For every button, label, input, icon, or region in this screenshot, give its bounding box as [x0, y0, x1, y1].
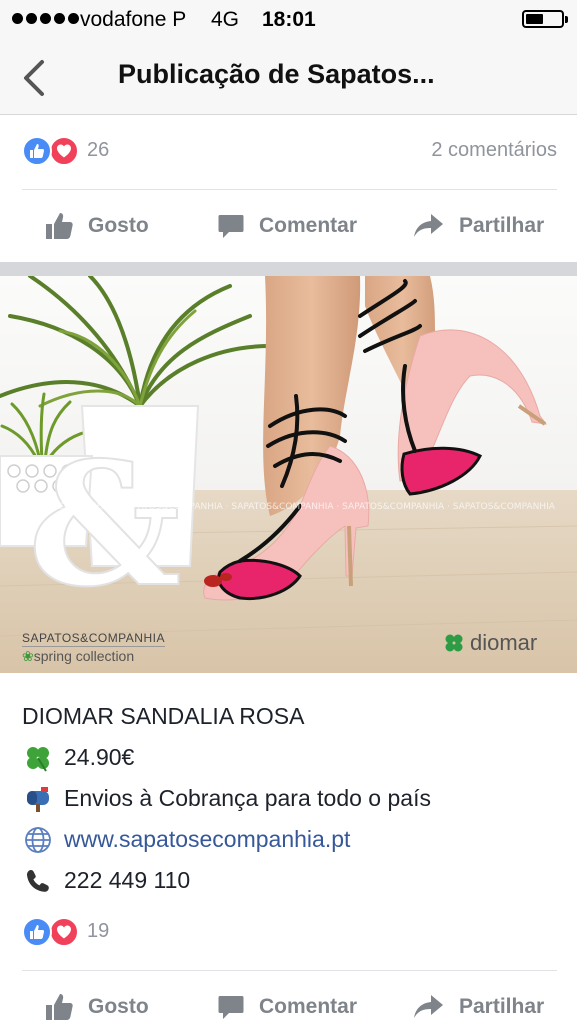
clock: 18:01 [262, 8, 316, 31]
share-arrow-icon [414, 995, 443, 1018]
signal-strength-icon [12, 13, 79, 24]
collection-label: spring collection [33, 648, 135, 664]
photo-brand-caption: SAPATOS&COMPANHIA [22, 631, 165, 647]
comment-icon [218, 215, 244, 238]
post-photo[interactable]: & SAPATOS&COMPANHIA · SAPATOS&COMPANHIA … [0, 276, 577, 673]
status-bar: vodafone P 4G 18:01 [0, 0, 577, 40]
like-button[interactable]: Gosto [44, 977, 149, 1024]
shipping-line: Envios à Cobrança para todo o país [22, 778, 562, 819]
photo-collection-caption: ❀spring collection [22, 648, 134, 665]
comment-button[interactable]: Comentar [217, 196, 357, 256]
shipping-text: Envios à Cobrança para todo o país [64, 785, 431, 811]
like-reaction-icon [22, 136, 52, 166]
love-reaction-icon [49, 136, 79, 166]
website-link[interactable]: www.sapatosecompanhia.pt [64, 826, 350, 853]
comment-button[interactable]: Comentar [217, 977, 357, 1024]
sandal-product-image: & SAPATOS&COMPANHIA · SAPATOS&COMPANHIA … [0, 276, 577, 673]
thumbs-up-icon [46, 994, 73, 1020]
four-leaf-clover-icon [22, 743, 54, 773]
phone-number[interactable]: 222 449 110 [64, 867, 190, 894]
diomar-logo: diomar [444, 630, 537, 656]
comment-label: Comentar [259, 995, 358, 1018]
post-actions-bottom: Gosto Comentar Partilhar [0, 977, 577, 1024]
post-actions: Gosto Comentar Partilhar [0, 196, 577, 256]
battery-icon [522, 10, 568, 28]
globe-icon [22, 825, 54, 855]
like-label: Gosto [88, 995, 149, 1018]
svg-text:SAPATOS&COMPANHIA · SAPATOS&CO: SAPATOS&COMPANHIA · SAPATOS&COMPANHIA · … [10, 502, 556, 512]
website-line: www.sapatosecompanhia.pt [22, 819, 562, 860]
section-separator [0, 262, 577, 276]
clover-logo-icon [445, 634, 463, 652]
thumbs-up-icon [46, 213, 73, 239]
price-line: 24.90€ [22, 737, 562, 778]
chevron-left-icon [24, 60, 44, 96]
share-arrow-icon [414, 214, 443, 237]
telephone-icon [22, 866, 54, 896]
share-button[interactable]: Partilhar [413, 196, 544, 256]
divider [22, 970, 557, 971]
reactions-summary[interactable]: 26 2 comentários [22, 136, 557, 166]
mailbox-icon [22, 784, 54, 814]
phone-line: 222 449 110 [22, 860, 562, 901]
product-title: DIOMAR SANDALIA ROSA [22, 703, 305, 729]
comment-label: Comentar [259, 214, 358, 237]
reaction-count: 26 [87, 139, 110, 161]
comment-icon [218, 996, 244, 1019]
carrier-name: vodafone P [80, 8, 187, 31]
network-type: 4G [211, 8, 240, 31]
like-label: Gosto [88, 214, 149, 237]
share-label: Partilhar [459, 214, 545, 237]
comments-count-link[interactable]: 2 comentários [431, 139, 557, 162]
share-button[interactable]: Partilhar [413, 977, 544, 1024]
like-button[interactable]: Gosto [44, 196, 149, 256]
diomar-logo-text: diomar [470, 630, 538, 655]
page-title: Publicação de Sapatos... [118, 59, 435, 89]
post-body: DIOMAR SANDALIA ROSA 24.90€ Envios à Cob… [22, 696, 562, 901]
clover-icon: ❀ [22, 648, 34, 664]
price: 24.90€ [64, 744, 135, 770]
share-label: Partilhar [459, 995, 545, 1018]
like-reaction-icon [22, 917, 52, 947]
back-button[interactable] [18, 58, 54, 98]
navigation-bar: Publicação de Sapatos... [0, 40, 577, 115]
svg-text:&: & [28, 425, 181, 625]
love-reaction-icon [49, 917, 79, 947]
reaction-count: 19 [87, 920, 110, 942]
reactions-summary-bottom[interactable]: 19 [22, 917, 557, 947]
post-title: DIOMAR SANDALIA ROSA [22, 696, 562, 737]
divider [22, 189, 557, 190]
